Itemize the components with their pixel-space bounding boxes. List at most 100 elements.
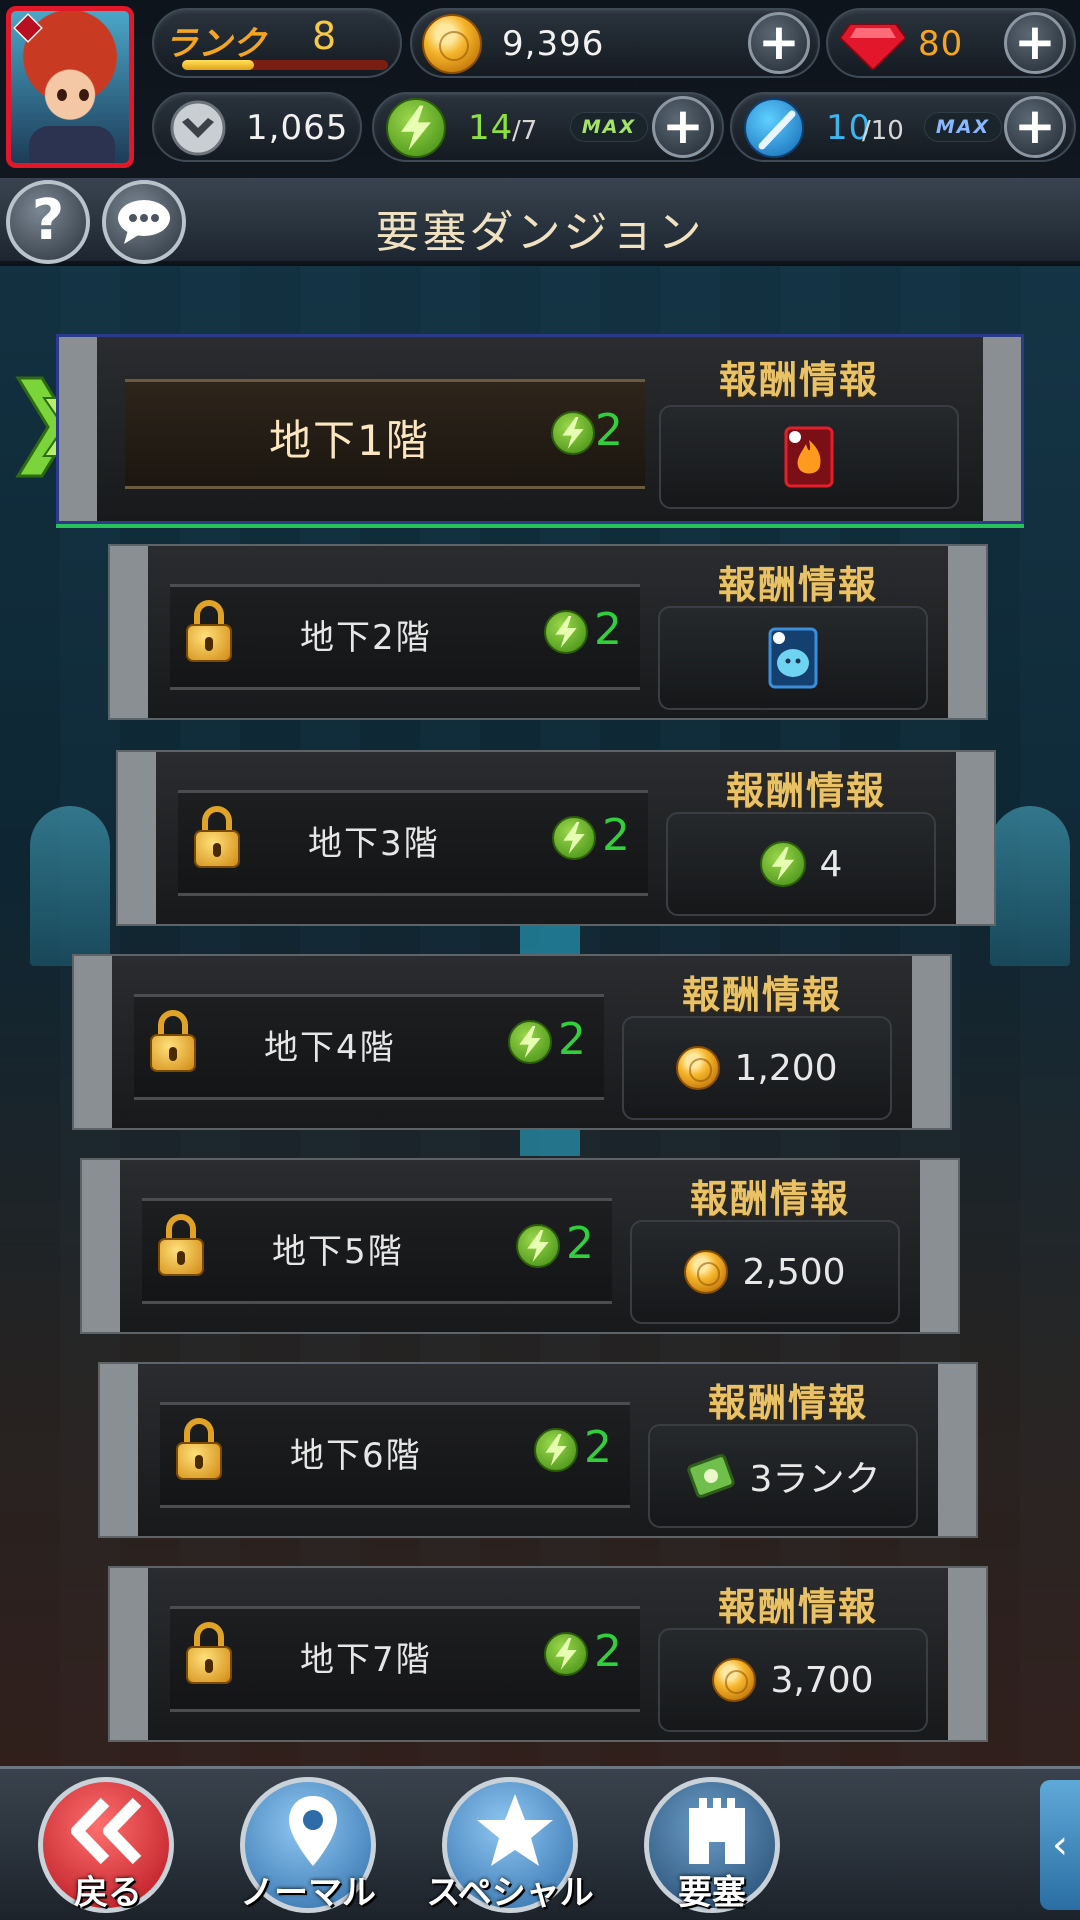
coin-icon (712, 1658, 757, 1702)
status-bar: ランク 8 9,396 + 80 + 1,065 14 /7 MAX + 10 … (0, 0, 1080, 180)
floor-row-3[interactable]: 地下3階 2 報酬情報 4 (116, 750, 996, 926)
lock-icon (186, 1622, 232, 1684)
floor-row-7[interactable]: 地下7階 2 報酬情報 3,700 (108, 1566, 988, 1742)
medal-icon (170, 100, 226, 156)
reward-box[interactable] (658, 606, 928, 710)
reward-heading: 報酬情報 (718, 563, 879, 607)
gem-count: 80 (918, 24, 964, 64)
reward-heading: 報酬情報 (726, 769, 887, 813)
floor-cost: 2 (602, 810, 630, 861)
blue-energy-panel: 10 /10 MAX + (730, 92, 1076, 162)
star-icon (477, 1794, 553, 1866)
page-title: 要塞ダンジョン (375, 207, 705, 258)
ruby-icon (840, 23, 906, 70)
floor-row-6[interactable]: 地下6階 2 報酬情報 3ランク (98, 1362, 978, 1538)
stamina-panel: 14 /7 MAX + (372, 92, 724, 162)
lock-icon (194, 806, 240, 868)
floor-name: 地下6階 (290, 1436, 422, 1476)
add-stamina-button[interactable]: + (652, 96, 714, 158)
fire-card-icon (784, 426, 834, 488)
reward-box[interactable]: 4 (666, 812, 936, 916)
floor-name: 地下1階 (269, 416, 430, 465)
chat-button[interactable] (102, 180, 186, 264)
floor-row-1[interactable]: 地下1階 2 報酬情報 (56, 334, 1024, 524)
reward-heading: 報酬情報 (719, 358, 880, 402)
coin-icon (676, 1046, 721, 1090)
add-gems-button[interactable]: + (1004, 12, 1066, 74)
medal-panel: 1,065 (152, 92, 362, 162)
stamina-icon (544, 1632, 588, 1676)
back-label: 戻る (74, 1873, 142, 1913)
rank-label: ランク (164, 24, 266, 64)
add-blue-energy-button[interactable]: + (1004, 96, 1066, 158)
reward-value: 3ランク (749, 1459, 881, 1500)
coin-count: 9,396 (502, 24, 605, 64)
floor-cost: 2 (594, 604, 622, 655)
normal-label: ノーマル (240, 1873, 376, 1913)
stamina-icon (551, 411, 595, 455)
medal-count: 1,065 (246, 108, 349, 148)
stamina-icon (386, 98, 446, 158)
reward-heading: 報酬情報 (708, 1381, 869, 1425)
stamina-icon (544, 610, 588, 654)
crossed-swords-icon (13, 13, 43, 43)
background-window (30, 806, 110, 966)
reward-value: 2,500 (742, 1251, 846, 1293)
floor-name: 地下2階 (300, 618, 432, 658)
floor-row-5[interactable]: 地下5階 2 報酬情報 2,500 (80, 1158, 960, 1334)
title-bar: ? 要塞ダンジョン (0, 178, 1080, 264)
floor-cost: 2 (594, 1626, 622, 1677)
ticket-icon (686, 1454, 735, 1498)
bottom-nav: 戻る ノーマル スペシャル 要塞 (0, 1766, 1080, 1920)
help-button[interactable]: ? (6, 180, 90, 264)
lock-icon (186, 600, 232, 662)
map-pin-icon (289, 1796, 337, 1866)
reward-box[interactable]: 1,200 (622, 1016, 892, 1120)
side-panel-toggle[interactable]: ‹ (1040, 1780, 1080, 1910)
floor-row-4[interactable]: 地下4階 2 報酬情報 1,200 (72, 954, 952, 1130)
floor-cost: 2 (566, 1218, 594, 1269)
sword-icon (744, 98, 804, 158)
fortress-label: 要塞 (678, 1873, 746, 1913)
floor-row-2[interactable]: 地下2階 2 報酬情報 (108, 544, 988, 720)
reward-box[interactable]: 3ランク (648, 1424, 918, 1528)
stamina-max-badge: MAX (570, 112, 648, 142)
floor-name: 地下3階 (308, 824, 440, 864)
double-chevron-left-icon (71, 1797, 142, 1865)
reward-heading: 報酬情報 (718, 1585, 879, 1629)
rank-panel: ランク 8 (152, 8, 402, 78)
floor-cost: 2 (584, 1422, 612, 1473)
reward-value: 3,700 (770, 1659, 874, 1701)
stamina-icon (534, 1428, 578, 1472)
floor-cost: 2 (595, 405, 623, 456)
coin-panel: 9,396 + (410, 8, 820, 78)
add-coins-button[interactable]: + (748, 12, 810, 74)
floor-name: 地下7階 (300, 1640, 432, 1680)
gem-panel: 80 + (826, 8, 1076, 78)
lock-icon (176, 1418, 222, 1480)
player-avatar[interactable] (6, 6, 134, 168)
stamina-icon (552, 816, 596, 860)
reward-box[interactable]: 2,500 (630, 1220, 900, 1324)
lock-icon (150, 1010, 196, 1072)
rank-progress-fill (182, 60, 255, 70)
stamina-max: /7 (512, 116, 538, 146)
blue-max: /10 (862, 116, 904, 146)
water-card-icon (768, 627, 818, 689)
rank-value: 8 (312, 14, 337, 58)
background-window (990, 806, 1070, 966)
floor-name: 地下4階 (264, 1028, 396, 1068)
castle-icon (689, 1798, 745, 1864)
reward-value: 1,200 (734, 1047, 838, 1089)
chevron-left-icon: ‹ (1052, 1822, 1068, 1868)
stamina-current: 14 (468, 108, 514, 148)
rank-progress-track (182, 60, 388, 70)
coin-icon (422, 14, 482, 74)
stamina-icon (508, 1020, 552, 1064)
reward-heading: 報酬情報 (690, 1177, 851, 1221)
special-label: スペシャル (426, 1873, 594, 1913)
reward-box[interactable]: 3,700 (658, 1628, 928, 1732)
stamina-icon (759, 841, 806, 887)
chat-bubble-icon (118, 200, 170, 244)
reward-box[interactable] (659, 405, 959, 509)
